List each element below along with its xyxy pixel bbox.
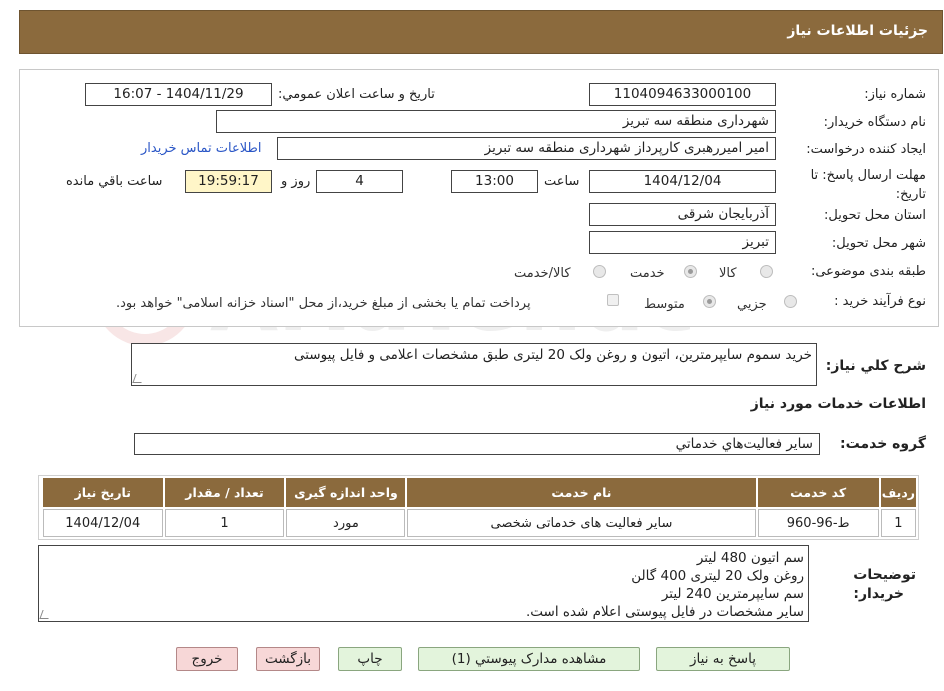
category-option-goods: کالا [719,266,737,281]
buyer-org-label: نام دستگاه خريدار: [823,115,926,130]
days-label: روز و [281,174,311,189]
need-number-label: شماره نياز: [864,87,926,102]
category-option-goods-service: کالا/خدمت [514,266,571,281]
view-attachments-button[interactable]: مشاهده مدارک پيوستي (1) [418,647,640,671]
page-title: جزئيات اطلاعات نياز [787,23,928,39]
reply-button[interactable]: پاسخ به نياز [656,647,790,671]
cell-quantity: 1 [164,509,285,537]
print-button[interactable]: چاپ [338,647,402,671]
page-header: جزئيات اطلاعات نياز [19,10,943,54]
col-need-date: تاريخ نياز [43,478,163,507]
notes-line: سم اتیون 480 لیتر [696,550,804,566]
service-group-field: ساير فعاليت‌هاي خدماتي [134,433,820,455]
days-remaining-field: 4 [316,170,403,193]
notes-line: روغن ولک 20 لیتری 400 گالن [631,568,804,584]
province-label: استان محل تحويل: [824,208,926,223]
category-radio-service[interactable] [684,265,697,278]
deadline-label: مهلت ارسال پاسخ: تا تاريخ: [810,168,926,202]
process-radio-minor[interactable] [784,295,797,308]
summary-textarea[interactable]: خرید سموم سایپرمترین، اتیون و روغن ولک 2… [131,343,817,386]
col-unit: واحد اندازه گيری [286,478,406,507]
notes-line: سایر مشخصات در فایل پیوستی اعلام شده است… [525,604,804,620]
deadline-time-field: 13:00 [451,170,538,193]
category-radio-goods[interactable] [760,265,773,278]
buyer-notes-label-line1: توضيحات [853,567,916,583]
buyer-org-field: شهرداری منطقه سه تبریز [216,110,776,133]
cell-service-code: ط-96-960 [757,509,879,537]
announce-datetime-label: تاريخ و ساعت اعلان عمومي: [278,87,435,102]
summary-text: خرید سموم سایپرمترین، اتیون و روغن ولک 2… [293,347,812,363]
services-section-title: اطلاعات خدمات مورد نياز [750,396,926,412]
process-radio-medium[interactable] [703,295,716,308]
process-option-minor: جزيي [737,297,767,312]
remaining-time-label: ساعت باقي مانده [66,174,163,189]
cell-unit: مورد [286,509,406,537]
table-header-row: رديف کد خدمت نام خدمت واحد اندازه گيری ت… [43,478,916,507]
announce-datetime-field: 1404/11/29 - 16:07 [85,83,272,106]
cell-row-number: 1 [880,509,916,537]
category-option-service: خدمت [630,266,665,281]
col-service-code: کد خدمت [757,478,879,507]
services-table: رديف کد خدمت نام خدمت واحد اندازه گيری ت… [38,475,919,540]
service-group-label: گروه خدمت: [840,436,926,452]
cell-service-name: ساير فعاليت های خدماتی شخصی [407,509,756,537]
deadline-date-field: 1404/12/04 [589,170,776,193]
col-service-name: نام خدمت [407,478,756,507]
requester-field: امیر امیررهبری کارپرداز شهرداری منطقه سه… [277,137,776,160]
buyer-contact-link[interactable]: اطلاعات تماس خريدار [141,141,261,156]
notes-line: سم سایپرمترین 240 لیتر [661,586,804,602]
col-row-number: رديف [880,478,916,507]
payment-note: پرداخت تمام يا بخشی از مبلغ خريد،از محل … [116,296,531,311]
requester-label: ايجاد کننده درخواست: [806,142,926,157]
province-field: آذربایجان شرقی [589,203,776,226]
exit-button[interactable]: خروج [176,647,238,671]
process-option-medium: متوسط [644,297,685,312]
summary-label: شرح کلي نياز: [825,358,926,374]
resize-grip-icon[interactable] [132,374,145,383]
buyer-notes-textarea[interactable]: سم اتیون 480 لیتر روغن ولک 20 لیتری 400 … [38,545,809,622]
remaining-time-field: 19:59:17 [185,170,272,193]
buyer-notes-label-line2: خريدار: [853,586,904,602]
category-radio-goods-service[interactable] [593,265,606,278]
back-button[interactable]: بازگشت [256,647,320,671]
city-field: تبریز [589,231,776,254]
treasury-checkbox[interactable] [607,294,619,306]
process-type-label: نوع فرآيند خريد : [834,294,926,309]
table-row: 1 ط-96-960 ساير فعاليت های خدماتی شخصی م… [43,509,916,537]
cell-need-date: 1404/12/04 [43,509,163,537]
city-label: شهر محل تحويل: [831,236,926,251]
category-label: طبقه بندی موضوعی: [810,264,926,279]
need-number-field: 1104094633000100 [589,83,776,106]
deadline-time-label: ساعت [544,174,580,189]
col-quantity: تعداد / مقدار [164,478,285,507]
